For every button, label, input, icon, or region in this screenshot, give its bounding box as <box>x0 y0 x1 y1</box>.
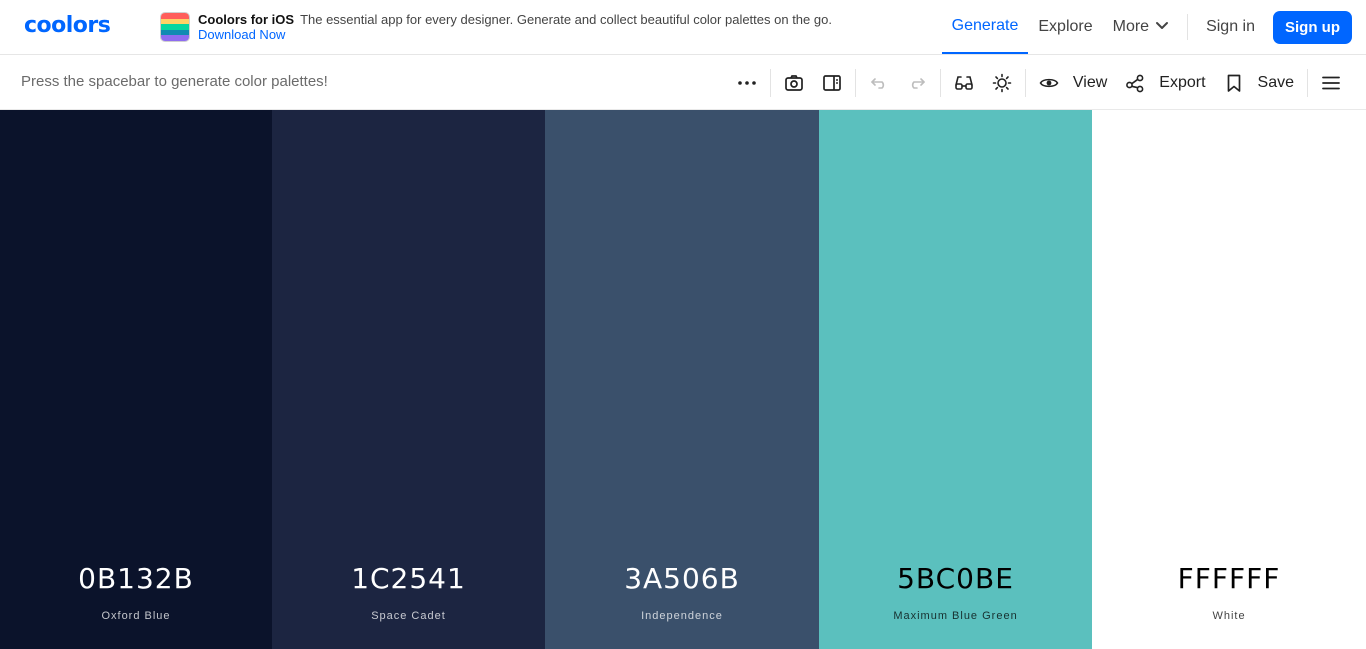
hex-code[interactable]: 5BC0BE <box>819 562 1092 595</box>
spacebar-hint: Press the spacebar to generate color pal… <box>21 73 328 90</box>
nav-more[interactable]: More <box>1103 0 1179 54</box>
app-thumbnail-icon <box>160 12 190 42</box>
nav-explore[interactable]: Explore <box>1028 0 1102 54</box>
sun-icon <box>992 73 1012 93</box>
coolors-logo[interactable]: coolors <box>24 15 111 37</box>
redo-button[interactable] <box>898 55 936 110</box>
color-swatch[interactable]: 1C2541 Space Cadet <box>272 110 545 649</box>
hamburger-menu-icon <box>1321 73 1341 93</box>
screenshot-button[interactable] <box>775 55 813 110</box>
toolbar-divider <box>939 68 941 97</box>
color-swatch[interactable]: FFFFFF White <box>1092 110 1366 649</box>
bookmark-icon <box>1224 73 1244 93</box>
more-options-button[interactable] <box>728 55 766 110</box>
redo-icon <box>907 73 927 93</box>
save-label: Save <box>1257 73 1294 91</box>
hex-code[interactable]: 1C2541 <box>272 562 545 595</box>
promo-text: Coolors for iOS The essential app for eve… <box>198 12 832 42</box>
toolbar-divider <box>1307 68 1308 97</box>
toolbar-actions: View Export Save <box>728 55 1350 110</box>
export-button[interactable]: Export <box>1116 55 1214 110</box>
more-options-icon <box>737 73 757 93</box>
color-blindness-button[interactable] <box>945 55 983 110</box>
view-label: View <box>1072 73 1108 91</box>
chevron-down-icon <box>1155 18 1169 37</box>
hex-code[interactable]: FFFFFF <box>1092 562 1366 595</box>
promo-description: The essential app for every designer. Ge… <box>300 12 832 27</box>
color-name[interactable]: White <box>1092 610 1366 622</box>
color-name[interactable]: Space Cadet <box>272 610 545 622</box>
generator-toolbar: Press the spacebar to generate color pal… <box>0 55 1366 110</box>
main-nav: Generate Explore More Sign in Sign up <box>941 0 1352 54</box>
toolbar-divider <box>854 68 856 97</box>
color-swatch[interactable]: 5BC0BE Maximum Blue Green <box>819 110 1092 649</box>
color-name[interactable]: Independence <box>545 610 819 622</box>
camera-icon <box>784 73 804 93</box>
export-label: Export <box>1159 73 1206 91</box>
eye-icon <box>1039 73 1059 93</box>
undo-icon <box>869 73 889 93</box>
glasses-icon <box>954 73 974 93</box>
color-swatch[interactable]: 0B132B Oxford Blue <box>0 110 272 649</box>
panel-icon <box>822 73 842 93</box>
view-button[interactable]: View <box>1030 55 1116 110</box>
menu-button[interactable] <box>1312 55 1350 110</box>
nav-more-label: More <box>1112 18 1150 35</box>
share-icon <box>1125 73 1145 93</box>
promo-title: Coolors for iOS <box>198 12 295 27</box>
nav-divider <box>1187 14 1189 40</box>
top-nav: coolors Coolors for iOS The essential app… <box>0 0 1366 55</box>
download-now-link[interactable]: Download Now <box>198 27 832 42</box>
hex-code[interactable]: 3A506B <box>545 562 819 595</box>
nav-generate[interactable]: Generate <box>941 0 1029 54</box>
color-name[interactable]: Maximum Blue Green <box>819 610 1092 622</box>
sign-up-button[interactable]: Sign up <box>1273 10 1352 44</box>
color-swatch[interactable]: 3A506B Independence <box>545 110 819 649</box>
undo-button[interactable] <box>860 55 898 110</box>
side-panel-button[interactable] <box>813 55 851 110</box>
ios-app-promo[interactable]: Coolors for iOS The essential app for eve… <box>160 11 832 43</box>
sign-in-link[interactable]: Sign in <box>1196 0 1265 54</box>
hex-code[interactable]: 0B132B <box>0 562 272 595</box>
save-button[interactable]: Save <box>1215 55 1303 110</box>
color-name[interactable]: Oxford Blue <box>0 610 272 622</box>
toolbar-divider <box>769 68 771 97</box>
toolbar-divider <box>1024 68 1026 97</box>
adjust-palette-button[interactable] <box>983 55 1021 110</box>
color-palette: 0B132B Oxford Blue 1C2541 Space Cadet 3A… <box>0 110 1366 649</box>
